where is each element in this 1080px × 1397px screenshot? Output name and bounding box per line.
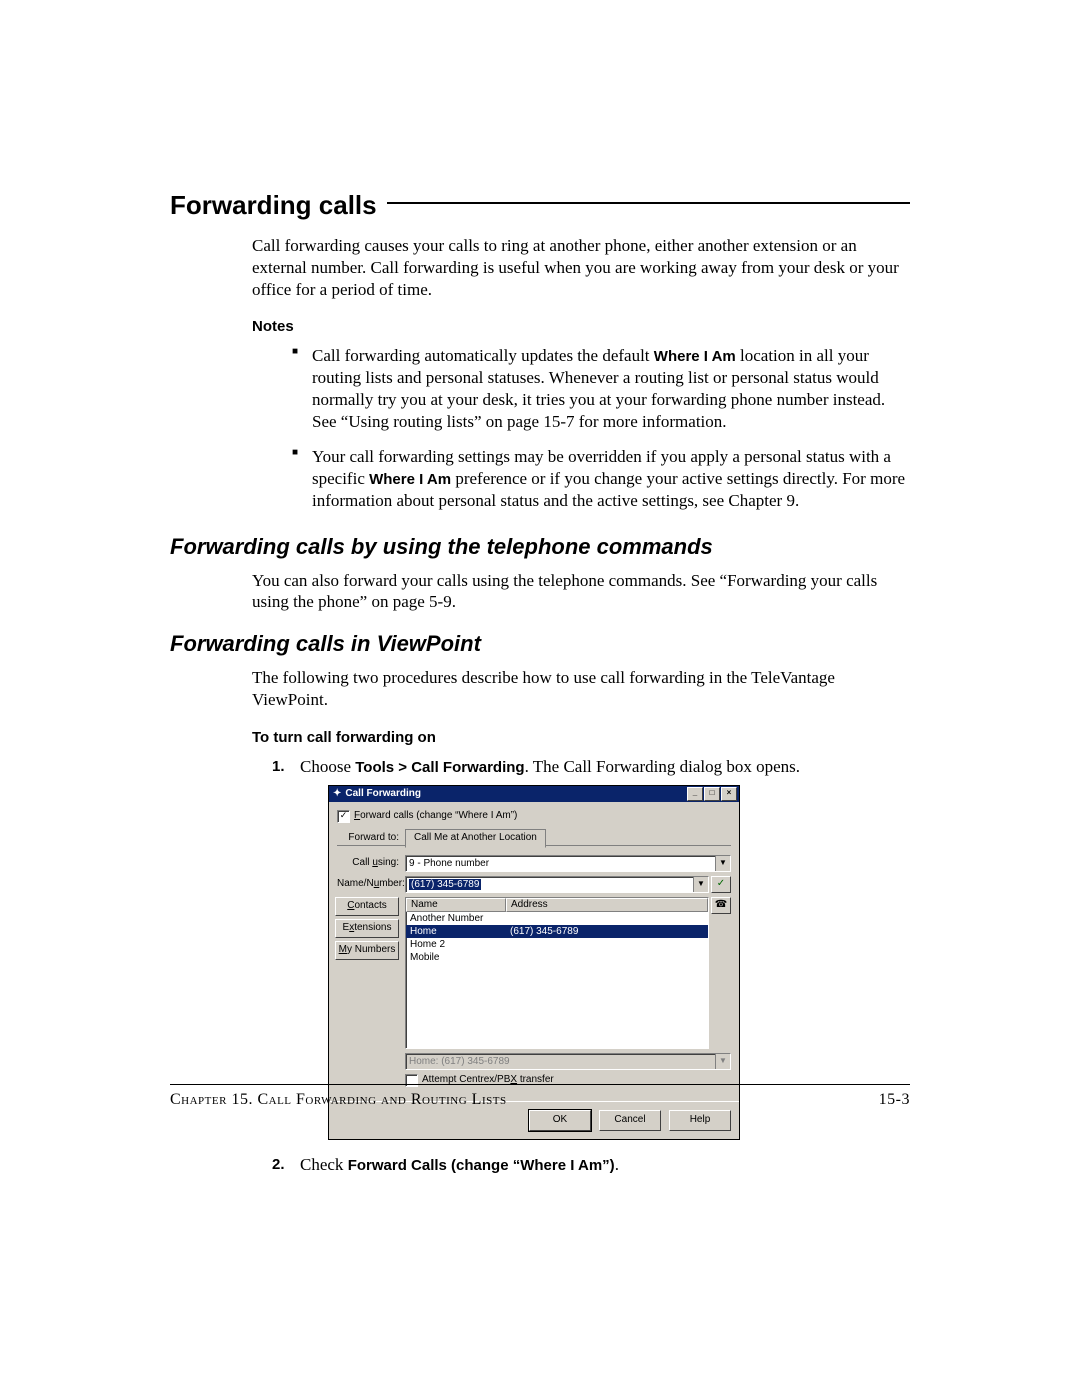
- cancel-button[interactable]: Cancel: [599, 1110, 661, 1131]
- column-header-name[interactable]: Name: [406, 898, 506, 912]
- app-icon: ✦: [333, 788, 341, 801]
- numbers-grid[interactable]: Name Address Another Number Home (617) 3…: [405, 897, 709, 1049]
- dialog-title: Call Forwarding: [345, 788, 686, 801]
- where-i-am-term: Where I Am: [369, 471, 451, 488]
- table-row[interactable]: Home (617) 345-6789: [406, 925, 708, 938]
- contacts-button[interactable]: Contacts: [335, 897, 399, 916]
- step-item: Check Forward Calls (change “Where I Am”…: [272, 1154, 910, 1176]
- footer-page-number: 15-3: [879, 1091, 910, 1109]
- call-using-label: Call using:: [337, 857, 405, 870]
- column-header-address[interactable]: Address: [506, 898, 708, 912]
- section-heading-text: Forwarding calls: [170, 190, 377, 221]
- note-item: Your call forwarding settings may be ove…: [292, 446, 910, 511]
- table-row[interactable]: Mobile: [406, 951, 708, 964]
- check-icon-button[interactable]: ✓: [711, 876, 731, 893]
- table-row[interactable]: Another Number: [406, 912, 708, 925]
- extensions-button[interactable]: Extensions: [335, 919, 399, 938]
- subheading-telephone-commands: Forwarding calls by using the telephone …: [170, 534, 910, 560]
- close-button[interactable]: ×: [721, 787, 737, 801]
- forward-calls-checkbox[interactable]: ✓: [337, 810, 350, 823]
- page-footer: Chapter 15. Call Forwarding and Routing …: [170, 1084, 910, 1113]
- footer-chapter: Chapter 15. Call Forwarding and Routing …: [170, 1091, 507, 1109]
- footer-rule: [170, 1084, 910, 1085]
- call-using-combo[interactable]: 9 - Phone number ▼: [405, 855, 731, 872]
- where-i-am-term: Where I Am: [654, 348, 736, 365]
- tab-call-me[interactable]: Call Me at Another Location: [405, 829, 546, 848]
- step-item: Choose Tools > Call Forwarding. The Call…: [272, 756, 910, 1141]
- note-item: Call forwarding automatically updates th…: [292, 345, 910, 432]
- my-numbers-button[interactable]: My Numbers: [335, 941, 399, 960]
- chevron-down-icon[interactable]: ▼: [715, 1054, 730, 1069]
- subheading-viewpoint: Forwarding calls in ViewPoint: [170, 631, 910, 657]
- section-heading: Forwarding calls: [170, 190, 910, 221]
- minimize-button[interactable]: _: [687, 787, 703, 801]
- ok-button[interactable]: OK: [529, 1110, 591, 1131]
- name-number-field[interactable]: (617) 345-6789 ▼: [405, 876, 709, 893]
- intro-paragraph: Call forwarding causes your calls to rin…: [252, 235, 910, 300]
- chevron-down-icon[interactable]: ▼: [715, 856, 730, 871]
- help-button[interactable]: Help: [669, 1110, 731, 1131]
- dialog-title-bar[interactable]: ✦ Call Forwarding _ □ ×: [329, 786, 739, 802]
- heading-rule: [387, 202, 910, 204]
- forward-calls-label: Forward calls (change “Where I Am”): [354, 810, 517, 823]
- forward-to-label: Forward to:: [337, 832, 405, 845]
- maximize-button[interactable]: □: [704, 787, 720, 801]
- selected-number-display[interactable]: Home: (617) 345-6789 ▼: [405, 1053, 731, 1070]
- sub2-paragraph: The following two procedures describe ho…: [252, 667, 910, 711]
- notes-label: Notes: [252, 318, 910, 335]
- chevron-down-icon[interactable]: ▼: [693, 877, 708, 892]
- dial-icon-button[interactable]: ☎: [711, 897, 731, 914]
- table-row[interactable]: Home 2: [406, 938, 708, 951]
- sub1-paragraph: You can also forward your calls using th…: [252, 570, 910, 614]
- name-number-label: Name/Number:: [337, 878, 405, 891]
- option-name: Forward Calls (change “Where I Am”): [348, 1157, 615, 1174]
- procedure-label: To turn call forwarding on: [252, 729, 910, 746]
- menu-path: Tools > Call Forwarding: [355, 759, 524, 776]
